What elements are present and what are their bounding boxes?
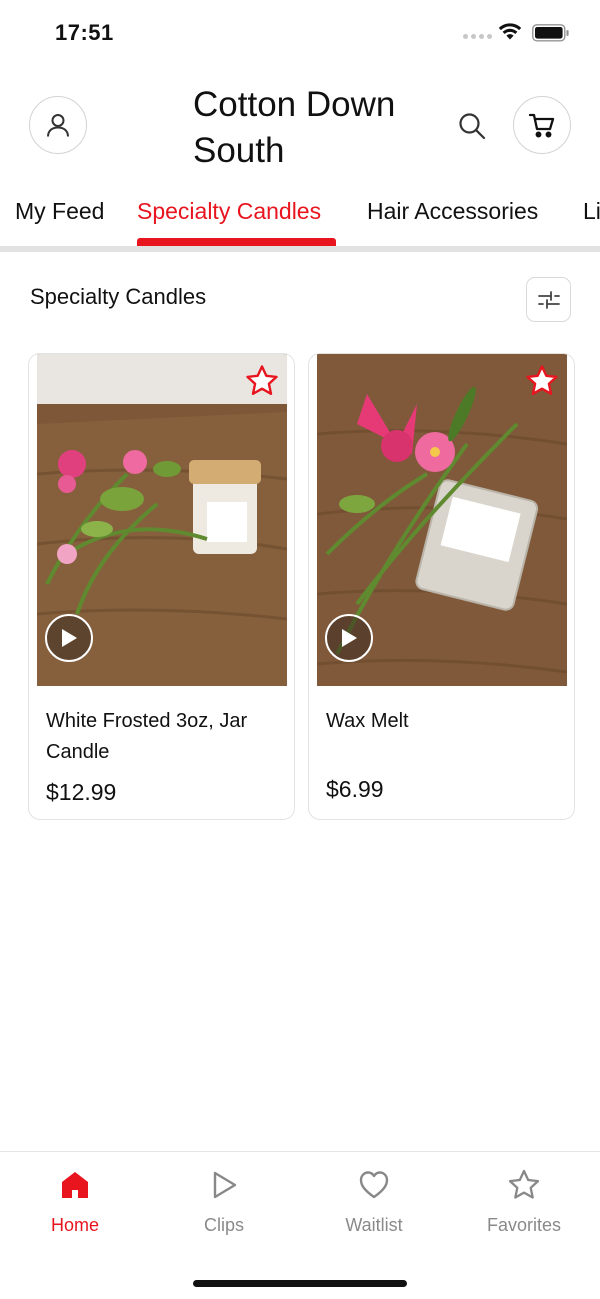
nav-clips[interactable]: Clips [164,1168,284,1236]
heart-icon [359,1171,389,1199]
sliders-icon [537,290,560,309]
bottom-navigation: Home Clips Waitlist Favorites [0,1151,600,1299]
play-icon [213,1171,237,1199]
tabs-divider [0,246,600,252]
star-icon [508,1169,540,1199]
filter-button[interactable] [526,277,571,322]
product-image[interactable] [317,354,567,686]
product-card[interactable]: White Frosted 3oz, Jar Candle $12.99 [28,353,295,820]
nav-label: Home [50,1215,99,1235]
status-bar: 17:51 [0,0,600,64]
play-video-button[interactable] [325,614,373,662]
product-price: $12.99 [46,779,117,805]
wifi-icon [498,23,522,40]
profile-icon [47,114,69,137]
tab-partial[interactable]: Li [583,198,600,225]
tab-hair-accessories[interactable]: Hair Accessories [367,198,538,225]
nav-label: Favorites [486,1215,562,1235]
cart-button[interactable] [513,96,571,154]
app-header: Cotton Down South [0,70,600,182]
play-video-button[interactable] [45,614,93,662]
search-button[interactable] [456,110,488,147]
active-tab-indicator [137,238,336,246]
nav-favorites[interactable]: Favorites [464,1168,584,1236]
favorite-star-icon[interactable] [245,364,279,398]
nav-home[interactable]: Home [15,1168,135,1236]
nav-label: Waitlist [345,1215,403,1235]
product-price: $6.99 [326,776,384,802]
cart-icon [528,113,555,138]
section-title: Specialty Candles [30,284,207,309]
product-card[interactable]: Wax Melt $6.99 [308,353,575,820]
status-time: 17:51 [55,20,114,45]
profile-button[interactable] [29,96,87,154]
nav-label: Clips [203,1215,244,1235]
search-icon [459,113,486,140]
product-image[interactable] [37,354,287,686]
home-icon [62,1172,88,1198]
tab-specialty-candles[interactable]: Specialty Candles [137,198,321,225]
store-title: Cotton Down South [193,85,396,170]
product-name[interactable]: Wax Melt [326,706,556,737]
play-icon [342,629,357,647]
battery-icon [532,24,569,42]
product-name[interactable]: White Frosted 3oz, Jar Candle [46,706,276,768]
category-tabs: My Feed Specialty Candles Hair Accessori… [0,190,600,250]
nav-waitlist[interactable]: Waitlist [314,1168,434,1236]
home-indicator[interactable] [193,1280,407,1287]
cellular-signal-icon [463,34,492,39]
favorite-star-icon[interactable] [525,364,559,398]
tab-my-feed[interactable]: My Feed [15,198,104,225]
play-icon [62,629,77,647]
